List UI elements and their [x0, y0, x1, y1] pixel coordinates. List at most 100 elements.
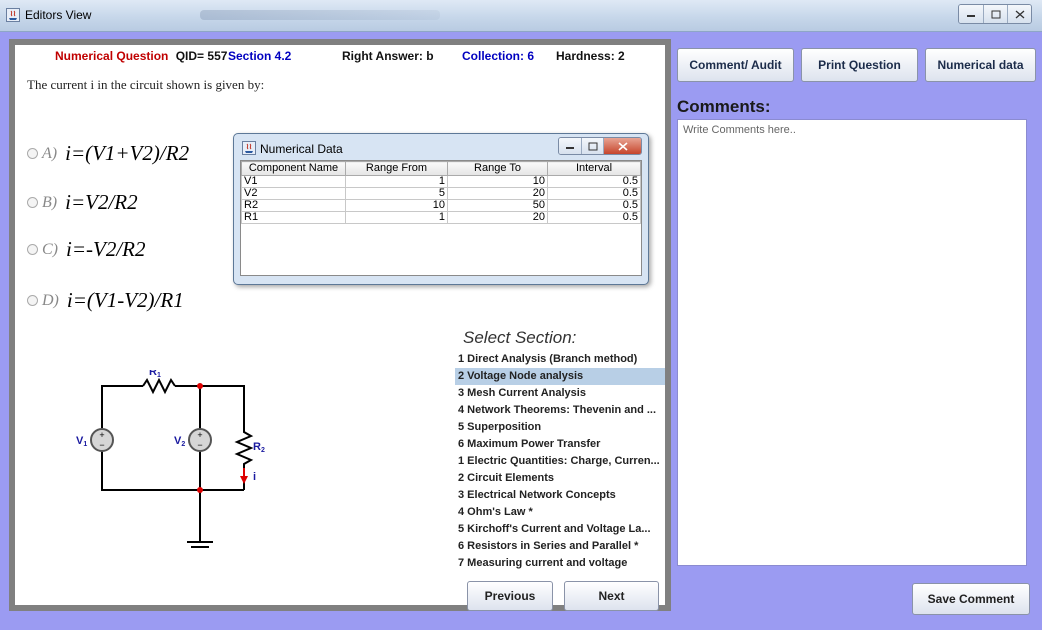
section-list-item[interactable]: 6 Maximum Power Transfer [455, 436, 665, 453]
table-cell-to[interactable]: 20 [447, 211, 548, 224]
section-label: Section 4.2 [228, 49, 292, 63]
java-app-icon [6, 8, 20, 22]
column-header[interactable]: Range From [345, 161, 448, 176]
maximize-icon [991, 10, 1000, 18]
minimize-icon [566, 147, 574, 149]
option-letter: C) [42, 240, 58, 258]
circuit-diagram: + − + − R1 R2 V1 V2 i [76, 370, 265, 550]
table-cell-name[interactable]: R2 [241, 199, 346, 212]
window-title: Editors View [25, 8, 92, 22]
table-cell-to[interactable]: 50 [447, 199, 548, 212]
dialog-maximize-button[interactable] [581, 138, 603, 154]
option-d[interactable]: D) i=(V1-V2)/R1 [27, 288, 184, 313]
numerical-data-button[interactable]: Numerical data [925, 48, 1036, 82]
editors-view-window: Editors View Numerical Question QID= 557… [0, 0, 1042, 630]
maximize-button[interactable] [983, 5, 1007, 23]
close-button[interactable] [1007, 5, 1031, 23]
question-text: The current i in the circuit shown is gi… [27, 77, 265, 92]
maximize-icon [588, 142, 597, 150]
right-answer-label: Right Answer: b [342, 49, 434, 63]
option-b-radio[interactable] [27, 197, 38, 208]
column-header[interactable]: Range To [447, 161, 548, 176]
section-list-item[interactable]: 5 Superposition [455, 419, 665, 436]
section-list-item[interactable]: 4 Ohm's Law * [455, 504, 665, 521]
table-body: V1 1 10 0.5 V2 5 20 0.5 R2 10 50 0.5 R1 1 20 0.5 [241, 175, 641, 224]
section-list-item[interactable]: 4 Network Theorems: Thevenin and ... [455, 402, 665, 419]
table-cell-from[interactable]: 1 [345, 175, 448, 188]
section-list-item[interactable]: 1 Direct Analysis (Branch method) [455, 351, 665, 368]
section-list-item[interactable]: 7 Measuring current and voltage [455, 555, 665, 572]
current-arrowhead [240, 476, 248, 484]
r1-label: R1 [149, 370, 161, 379]
column-header[interactable]: Interval [547, 161, 641, 176]
dialog-close-button[interactable] [603, 138, 641, 154]
table-cell-interval[interactable]: 0.5 [547, 211, 641, 224]
table-cell-interval[interactable]: 0.5 [547, 187, 641, 200]
save-comment-button[interactable]: Save Comment [912, 583, 1030, 615]
option-formula: i=-V2/R2 [66, 237, 146, 261]
option-a[interactable]: A) i=(V1+V2)/R2 [27, 141, 189, 166]
table-row[interactable]: R2 10 50 0.5 [241, 199, 641, 212]
comment-audit-button[interactable]: Comment/ Audit [677, 48, 794, 82]
option-letter: D) [42, 291, 59, 309]
minimize-icon [967, 15, 975, 17]
section-list: 1 Direct Analysis (Branch method) 2 Volta… [455, 351, 665, 572]
option-d-radio[interactable] [27, 295, 38, 306]
comments-textarea[interactable]: Write Comments here.. [677, 119, 1027, 566]
option-c-radio[interactable] [27, 244, 38, 255]
dialog-window-controls [558, 137, 642, 155]
table-cell-to[interactable]: 10 [447, 175, 548, 188]
next-button[interactable]: Next [564, 581, 659, 611]
option-a-radio[interactable] [27, 148, 38, 159]
question-id: QID= 557 [175, 49, 228, 63]
node-top [197, 383, 203, 389]
v1-minus-sign: − [99, 440, 104, 450]
table-cell-name[interactable]: R1 [241, 211, 346, 224]
current-label: i [253, 471, 256, 483]
table-row[interactable]: V2 5 20 0.5 [241, 187, 641, 200]
column-header[interactable]: Component Name [241, 161, 346, 176]
section-list-item[interactable]: 2 Circuit Elements [455, 470, 665, 487]
v2-plus-sign: + [197, 430, 202, 440]
v2-label: V2 [174, 435, 185, 448]
dialog-title: Numerical Data [260, 142, 343, 156]
previous-button[interactable]: Previous [467, 581, 553, 611]
comments-label: Comments: [677, 97, 771, 116]
dialog-minimize-button[interactable] [559, 138, 581, 154]
table-row[interactable]: R1 1 20 0.5 [241, 211, 641, 224]
section-list-item[interactable]: 3 Electrical Network Concepts [455, 487, 665, 504]
table-header-row: Component Name Range From Range To Inter… [241, 161, 641, 176]
section-list-item[interactable]: 3 Mesh Current Analysis [455, 385, 665, 402]
v1-label: V1 [76, 435, 87, 448]
print-question-button[interactable]: Print Question [801, 48, 918, 82]
minimize-button[interactable] [959, 5, 983, 23]
section-list-item[interactable]: 6 Resistors in Series and Parallel * [455, 538, 665, 555]
select-section-title: Select Section: [463, 328, 577, 347]
table-cell-from[interactable]: 10 [345, 199, 448, 212]
question-type: Numerical Question QID= 557 [55, 49, 227, 63]
section-list-item[interactable]: 1 Electric Quantities: Charge, Curren... [455, 453, 665, 470]
r2-label: R2 [253, 441, 265, 454]
window-controls [958, 4, 1032, 24]
option-b[interactable]: B) i=V2/R2 [27, 190, 138, 215]
table-cell-from[interactable]: 5 [345, 187, 448, 200]
hardness-label: Hardness: 2 [556, 49, 625, 63]
numerical-data-table: Component Name Range From Range To Inter… [241, 161, 641, 224]
option-c[interactable]: C) i=-V2/R2 [27, 237, 146, 262]
question-panel: Numerical Question QID= 557 Section 4.2 … [9, 39, 671, 611]
v1-plus-sign: + [99, 430, 104, 440]
table-row[interactable]: V1 1 10 0.5 [241, 175, 641, 188]
option-formula: i=(V1+V2)/R2 [65, 141, 190, 165]
option-letter: A) [42, 144, 58, 162]
table-cell-to[interactable]: 20 [447, 187, 548, 200]
section-list-item[interactable]: 2 Voltage Node analysis [455, 368, 665, 385]
table-cell-interval[interactable]: 0.5 [547, 175, 641, 188]
v2-minus-sign: − [197, 440, 202, 450]
section-list-item[interactable]: 5 Kirchoff's Current and Voltage La... [455, 521, 665, 538]
table-cell-name[interactable]: V2 [241, 187, 346, 200]
table-cell-from[interactable]: 1 [345, 211, 448, 224]
table-cell-name[interactable]: V1 [241, 175, 346, 188]
blurred-url-text [200, 10, 440, 20]
table-cell-interval[interactable]: 0.5 [547, 199, 641, 212]
close-icon [617, 141, 628, 151]
